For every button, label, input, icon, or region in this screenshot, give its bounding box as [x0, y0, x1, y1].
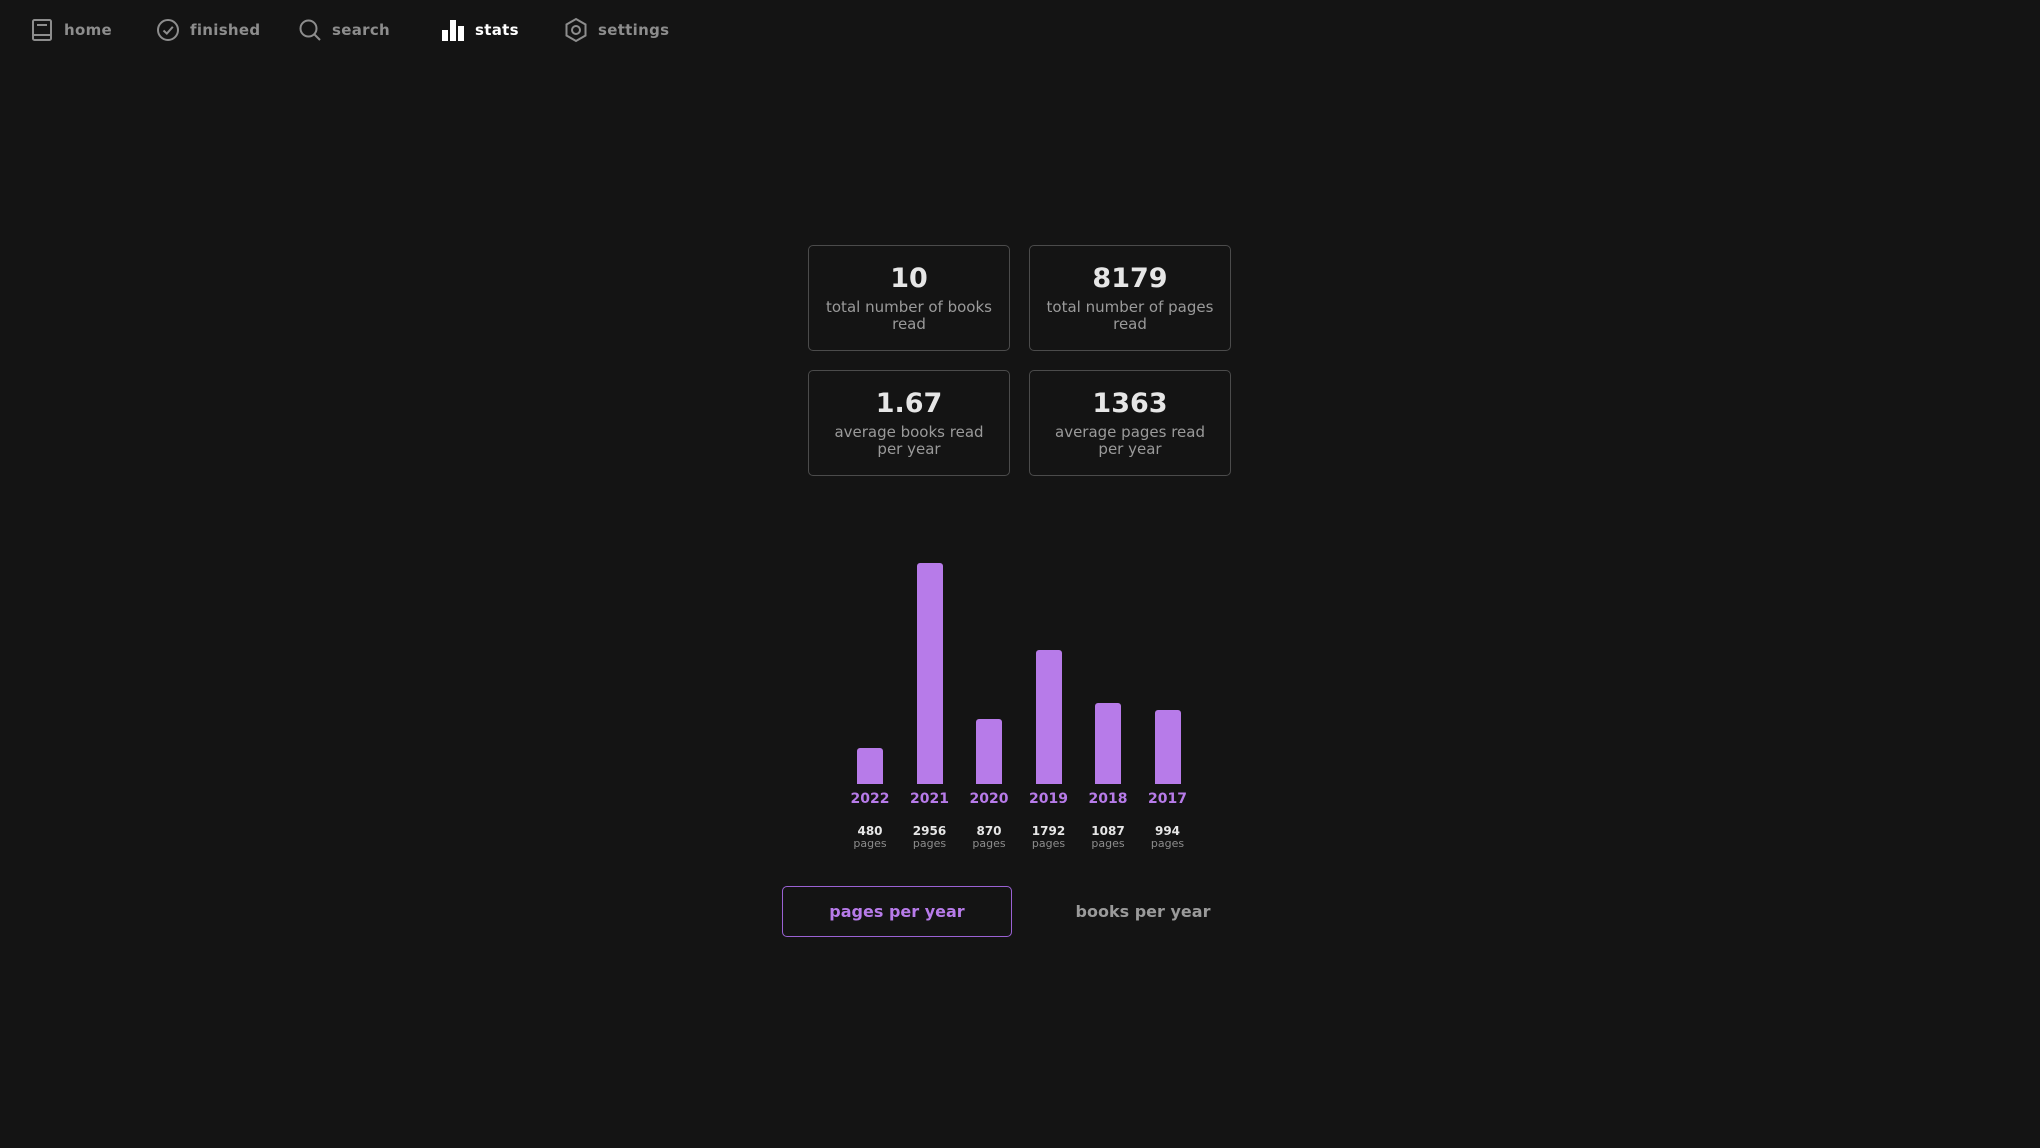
nav-item-settings[interactable]: settings: [563, 14, 669, 46]
chart-x-label: 2022: [850, 791, 890, 807]
chart-unit-label: pages: [972, 837, 1006, 850]
chart-unit-label: pages: [912, 837, 947, 850]
books-per-year-button[interactable]: books per year: [1028, 886, 1258, 937]
bar-chart-icon: [440, 17, 466, 43]
search-icon: [297, 17, 323, 43]
chart-x-label: 2017: [1148, 791, 1187, 807]
stat-value: 1363: [1092, 388, 1168, 419]
chart-unit-label: pages: [853, 837, 887, 850]
nav-label-finished: finished: [190, 21, 261, 39]
check-circle-icon: [155, 17, 181, 43]
nav-label-search: search: [332, 21, 390, 39]
stat-card-average-pages: 1363 average pages read per year: [1029, 370, 1231, 476]
stat-label: average pages read per year: [1055, 423, 1205, 458]
pages-per-year-chart: 2022 480 pages 2021 2956 pages 2020 870 pages 201…: [840, 540, 1200, 860]
stat-value: 10: [890, 263, 928, 294]
chart-bar: [1154, 710, 1181, 784]
chart-bar: [857, 748, 883, 784]
nav-item-finished[interactable]: finished: [155, 14, 260, 46]
chart-column: 2019 1792 pages: [1019, 540, 1079, 860]
stat-label: total number of pages read: [1046, 298, 1214, 333]
nav-label-settings: settings: [598, 21, 670, 39]
chart-x-label: 2019: [1029, 791, 1068, 807]
nav-item-search[interactable]: search: [297, 14, 390, 46]
chart-column: 2017 994 pages: [1138, 540, 1198, 860]
chart-unit-label: pages: [1150, 837, 1185, 850]
chart-x-label: 2018: [1088, 791, 1128, 807]
chart-bar: [916, 563, 943, 784]
chart-column: 2022 480 pages: [840, 540, 900, 860]
stat-card-total-pages: 8179 total number of pages read: [1029, 245, 1231, 351]
chart-x-label: 2020: [969, 791, 1009, 807]
nav-label-home: home: [64, 21, 112, 39]
chart-bar: [1035, 650, 1062, 784]
chart-bar: [976, 719, 1002, 784]
chart-unit-label: pages: [1031, 837, 1066, 850]
stat-card-total-books: 10 total number of books read: [808, 245, 1010, 351]
stat-value: 1.67: [875, 388, 943, 419]
top-navigation: home finished search stats settings: [0, 0, 2040, 60]
stat-value: 8179: [1092, 263, 1168, 294]
stat-card-average-books: 1.67 average books read per year: [808, 370, 1010, 476]
chart-column: 2018 1087 pages: [1078, 540, 1138, 860]
chart-column: 2021 2956 pages: [900, 540, 960, 860]
nav-item-home[interactable]: home: [29, 14, 112, 46]
chart-x-label: 2021: [910, 791, 949, 807]
chart-unit-label: pages: [1091, 837, 1125, 850]
nav-label-stats: stats: [475, 21, 519, 39]
chart-bar: [1095, 703, 1121, 784]
nav-item-stats[interactable]: stats: [440, 14, 519, 46]
book-icon: [29, 17, 55, 43]
pages-per-year-button[interactable]: pages per year: [782, 886, 1012, 937]
stat-label: average books read per year: [834, 423, 984, 458]
gear-icon: [563, 17, 589, 43]
stat-label: total number of books read: [826, 298, 992, 333]
chart-column: 2020 870 pages: [959, 540, 1019, 860]
